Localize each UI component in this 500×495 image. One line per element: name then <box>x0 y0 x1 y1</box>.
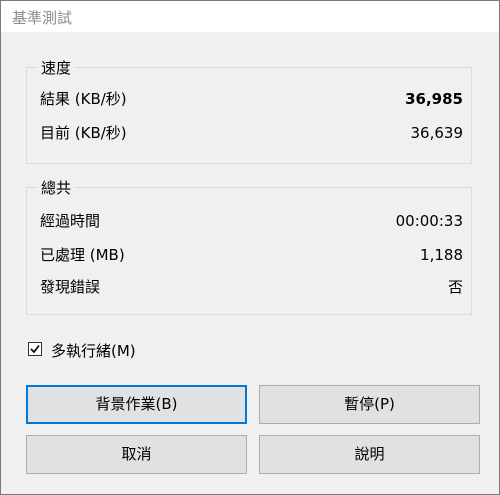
total-group-label: 總共 <box>37 177 76 198</box>
elapsed-time-label: 經過時間 <box>40 212 101 230</box>
speed-group-label: 速度 <box>37 57 76 78</box>
window-title: 基準測試 <box>12 9 73 27</box>
result-speed-row: 結果 (KB/秒) 36,985 <box>40 87 463 111</box>
elapsed-time-row: 經過時間 00:00:33 <box>40 209 463 233</box>
current-speed-row: 目前 (KB/秒) 36,639 <box>40 121 463 145</box>
elapsed-time-value: 00:00:33 <box>395 212 463 230</box>
help-button[interactable]: 說明 <box>259 435 480 474</box>
current-speed-value: 36,639 <box>410 124 464 142</box>
errors-label: 發現錯誤 <box>40 278 101 296</box>
current-speed-label: 目前 (KB/秒) <box>40 124 127 142</box>
pause-button[interactable]: 暫停(P) <box>259 385 480 424</box>
errors-row: 發現錯誤 否 <box>40 275 463 299</box>
result-speed-label: 結果 (KB/秒) <box>40 90 127 108</box>
benchmark-dialog: 基準測試 速度 結果 (KB/秒) 36,985 目前 (KB/秒) 36,63… <box>0 0 500 495</box>
multithread-label[interactable]: 多執行緒(M) <box>51 341 136 361</box>
result-speed-value: 36,985 <box>405 90 463 108</box>
speed-group: 速度 結果 (KB/秒) 36,985 目前 (KB/秒) 36,639 <box>26 57 472 164</box>
processed-label: 已處理 (MB) <box>40 246 125 264</box>
background-button[interactable]: 背景作業(B) <box>26 385 247 424</box>
total-group: 總共 經過時間 00:00:33 已處理 (MB) 1,188 發現錯誤 否 <box>26 177 472 315</box>
processed-value: 1,188 <box>420 246 463 264</box>
title-bar: 基準測試 <box>1 1 499 32</box>
errors-value: 否 <box>447 278 463 296</box>
processed-row: 已處理 (MB) 1,188 <box>40 243 463 267</box>
checkmark-icon <box>30 345 40 354</box>
cancel-button[interactable]: 取消 <box>26 435 247 474</box>
multithread-checkbox[interactable] <box>28 342 42 356</box>
